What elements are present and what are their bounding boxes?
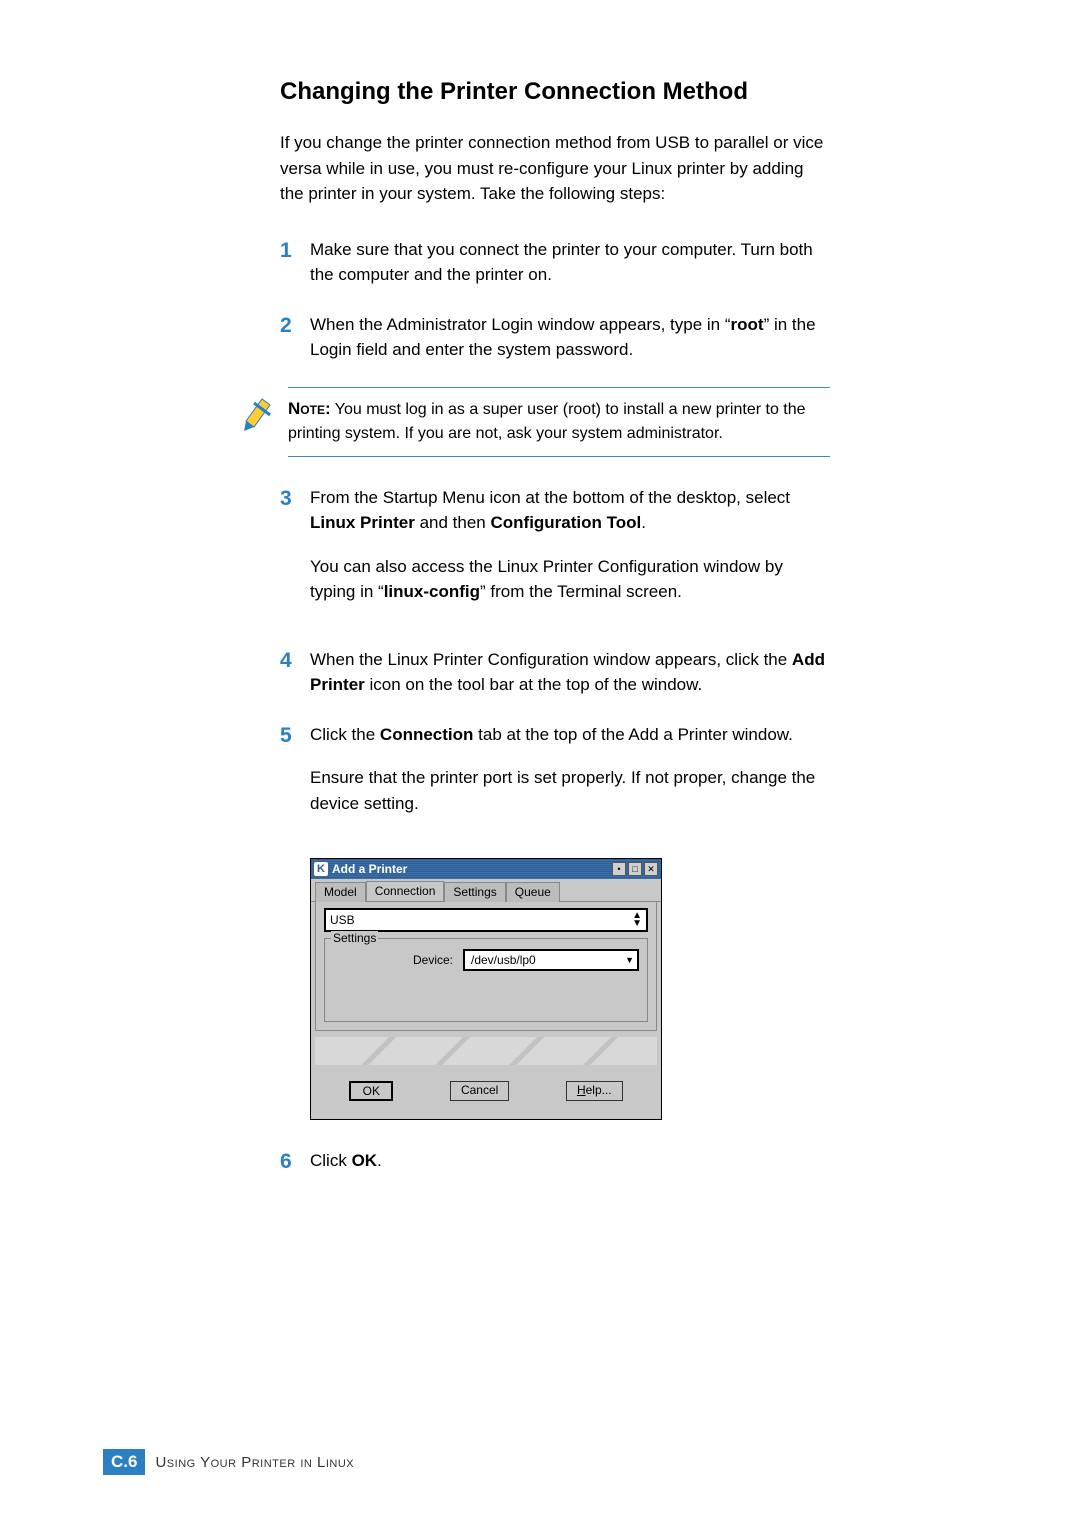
intro-paragraph: If you change the printer connection met… (280, 130, 830, 207)
text: From the Startup Menu icon at the bottom… (310, 488, 790, 507)
titlebar: K Add a Printer • □ ✕ (311, 859, 661, 879)
step-number: 2 (280, 312, 310, 339)
chevron-down-icon: ▼ (625, 955, 634, 965)
text: icon on the tool bar at the top of the w… (365, 675, 702, 694)
text: tab at the top of the Add a Printer wind… (473, 725, 792, 744)
text: . (377, 1151, 382, 1170)
step-text: Make sure that you connect the printer t… (310, 237, 830, 288)
bold-text: OK (352, 1151, 378, 1170)
button-row: OK Cancel Help... (311, 1065, 661, 1119)
step-1: 1 Make sure that you connect the printer… (280, 237, 830, 288)
step-text: From the Startup Menu icon at the bottom… (310, 485, 830, 623)
bold-text: linux-config (384, 582, 480, 601)
text: When the Linux Printer Configuration win… (310, 650, 792, 669)
text: H (577, 1083, 586, 1097)
ok-button[interactable]: OK (349, 1081, 393, 1101)
spinner-icon: ▲▼ (632, 912, 642, 928)
tab-connection[interactable]: Connection (366, 881, 445, 901)
text: Click (310, 1151, 352, 1170)
step-6: 6 Click OK. (280, 1148, 830, 1175)
text: . (641, 513, 646, 532)
cancel-button[interactable]: Cancel (450, 1081, 509, 1101)
text: 6 (128, 1452, 137, 1471)
settings-fieldset: Settings Device: /dev/usb/lp0 ▼ (324, 938, 648, 1022)
step-2: 2 When the Administrator Login window ap… (280, 312, 830, 363)
step-text: When the Linux Printer Configuration win… (310, 647, 830, 698)
step-text: Click the Connection tab at the top of t… (310, 722, 830, 835)
step-3: 3 From the Startup Menu icon at the bott… (280, 485, 830, 623)
footer-text: Using Your Printer in Linux (155, 1454, 354, 1471)
step-text: When the Administrator Login window appe… (310, 312, 830, 363)
bold-text: Connection (380, 725, 474, 744)
combo-value: USB (330, 913, 355, 927)
fieldset-legend: Settings (331, 931, 378, 945)
tab-settings[interactable]: Settings (444, 882, 505, 902)
step-number: 1 (280, 237, 310, 264)
close-button[interactable]: ✕ (644, 862, 658, 876)
tab-queue[interactable]: Queue (506, 882, 560, 902)
text: Click the (310, 725, 380, 744)
step-number: 4 (280, 647, 310, 674)
step-number: 3 (280, 485, 310, 512)
tab-bar: Model Connection Settings Queue (311, 879, 661, 902)
k-icon: K (314, 862, 328, 876)
step-4: 4 When the Linux Printer Configuration w… (280, 647, 830, 698)
step-number: 6 (280, 1148, 310, 1175)
note-block: Note: You must log in as a super user (r… (240, 387, 830, 457)
help-button[interactable]: Help... (566, 1081, 623, 1101)
text: and then (415, 513, 491, 532)
device-label: Device: (333, 953, 463, 967)
minimize-button[interactable]: • (612, 862, 626, 876)
connection-type-combo[interactable]: USB ▲▼ (324, 908, 648, 932)
decorative-divider (315, 1037, 657, 1065)
step-text: Click OK. (310, 1148, 382, 1174)
tab-model[interactable]: Model (315, 882, 366, 902)
text: C. (111, 1452, 128, 1471)
text: ” from the Terminal screen. (480, 582, 682, 601)
text: elp... (586, 1083, 612, 1097)
step-5: 5 Click the Connection tab at the top of… (280, 722, 830, 835)
maximize-button[interactable]: □ (628, 862, 642, 876)
text: Ensure that the printer port is set prop… (310, 765, 830, 816)
page-number-badge: C.6 (103, 1449, 145, 1475)
bold-text: Configuration Tool (490, 513, 641, 532)
text: When the Administrator Login window appe… (310, 315, 731, 334)
note-icon (240, 393, 280, 433)
window-title: Add a Printer (332, 862, 407, 876)
step-number: 5 (280, 722, 310, 749)
bold-text: Linux Printer (310, 513, 415, 532)
page-footer: C.6 Using Your Printer in Linux (103, 1449, 354, 1475)
note-text: Note: You must log in as a super user (r… (288, 387, 830, 457)
tab-body: USB ▲▼ Settings Device: /dev/usb/lp0 ▼ (315, 902, 657, 1031)
note-label: Note: (288, 399, 331, 418)
device-value: /dev/usb/lp0 (471, 953, 536, 967)
text: You must log in as a super user (root) t… (288, 401, 806, 442)
bold-text: root (731, 315, 764, 334)
add-printer-dialog: K Add a Printer • □ ✕ Model Connection S… (310, 858, 662, 1120)
device-combo[interactable]: /dev/usb/lp0 ▼ (463, 949, 639, 971)
page-title: Changing the Printer Connection Method (280, 78, 830, 106)
